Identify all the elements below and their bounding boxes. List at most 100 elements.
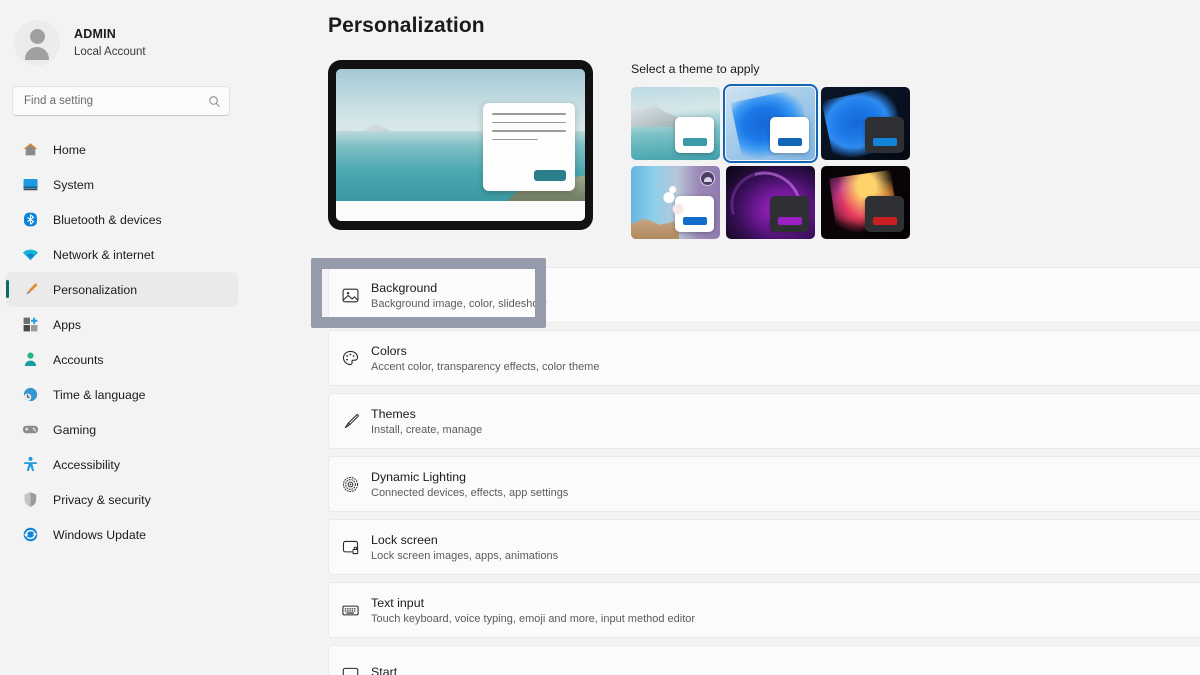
theme-accent-swatch [778, 138, 802, 146]
page-title: Personalization [328, 14, 485, 37]
sidebar-item-bluetooth-devices[interactable]: Bluetooth & devices [6, 202, 238, 237]
sidebar-item-privacy-security[interactable]: Privacy & security [6, 482, 238, 517]
theme-accent-swatch [873, 138, 897, 146]
theme-accent-swatch [778, 217, 802, 225]
hero-section: Select a theme to apply [328, 60, 1200, 239]
sidebar-item-accounts[interactable]: Accounts [6, 342, 238, 377]
settings-row-title: Dynamic Lighting [371, 469, 467, 484]
sidebar-item-label: Apps [53, 317, 82, 332]
sidebar-item-label: Bluetooth & devices [53, 212, 162, 227]
gamepad-icon [22, 421, 39, 438]
image-icon [329, 286, 371, 305]
sidebar-item-network-internet[interactable]: Network & internet [6, 237, 238, 272]
theme-accent-swatch [873, 217, 897, 225]
start-icon [329, 664, 371, 675]
account-header[interactable]: ADMIN Local Account [0, 0, 246, 72]
theme-accent-swatch [683, 138, 707, 146]
theme-accent-swatch [683, 217, 707, 225]
sidebar-item-label: Gaming [53, 422, 97, 437]
update-icon [22, 526, 39, 543]
settings-list: Background Background image, color, slid… [311, 258, 1200, 675]
settings-row-title: Start [371, 664, 398, 675]
settings-row-subtitle: Connected devices, effects, app settings [371, 487, 569, 500]
shield-icon [22, 491, 39, 508]
preview-text-line [492, 121, 566, 124]
theme-window-preview [675, 117, 714, 153]
settings-row-title: Lock screen [371, 532, 438, 547]
theme-window-preview [675, 196, 714, 232]
sidebar-item-label: System [53, 177, 94, 192]
sidebar-item-personalization[interactable]: Personalization [6, 272, 238, 307]
settings-row-subtitle: Lock screen images, apps, animations [371, 550, 559, 563]
sidebar-nav: Home System Bluetooth & devices Network … [0, 132, 246, 552]
keyboard-icon [329, 601, 371, 620]
sidebar-item-label: Accounts [53, 352, 104, 367]
sidebar-item-label: Personalization [53, 282, 138, 297]
theme-window-preview [770, 117, 809, 153]
lock-screen-icon [329, 538, 371, 557]
settings-row-text-input[interactable]: Text input Touch keyboard, voice typing,… [328, 582, 1200, 638]
sidebar-item-label: Time & language [53, 387, 146, 402]
preview-accent-button [534, 170, 566, 181]
sidebar-item-label: Home [53, 142, 86, 157]
theme-window-preview [770, 196, 809, 232]
settings-row-lock-screen[interactable]: Lock screen Lock screen images, apps, an… [328, 519, 1200, 575]
preview-text-line [492, 138, 538, 141]
clock-globe-icon [22, 386, 39, 403]
settings-row-background[interactable]: Background Background image, color, slid… [311, 258, 1200, 328]
theme-window-preview [865, 196, 904, 232]
desktop-preview [328, 60, 593, 230]
sidebar-item-label: Network & internet [53, 247, 155, 262]
settings-row-title: Background [371, 280, 438, 295]
home-icon [22, 141, 39, 158]
main-content: Personalization Select a theme to apply … [246, 0, 1200, 675]
settings-row-dynamic-lighting[interactable]: Dynamic Lighting Connected devices, effe… [328, 456, 1200, 512]
settings-row-subtitle: Background image, color, slideshow [371, 298, 547, 311]
sidebar-item-time-language[interactable]: Time & language [6, 377, 238, 412]
sidebar-item-label: Accessibility [53, 457, 120, 472]
search-icon [209, 95, 220, 107]
theme-thumbnail-2[interactable] [723, 84, 818, 163]
preview-text-line [492, 130, 566, 132]
bluetooth-icon [22, 211, 39, 228]
accessibility-icon [22, 456, 39, 473]
sidebar-item-accessibility[interactable]: Accessibility [6, 447, 238, 482]
sidebar-item-gaming[interactable]: Gaming [6, 412, 238, 447]
search-box[interactable] [12, 86, 230, 116]
search-input[interactable] [24, 95, 208, 107]
preview-sample-window [483, 103, 575, 191]
account-name: ADMIN [74, 27, 116, 41]
preview-text-line [492, 113, 566, 115]
theme-thumbnail-4[interactable] [631, 166, 720, 239]
settings-row-themes[interactable]: Themes Install, create, manage › [328, 393, 1200, 449]
theme-window-preview [865, 117, 904, 153]
preview-taskbar [336, 201, 585, 221]
settings-row-subtitle: Accent color, transparency effects, colo… [371, 361, 600, 374]
theme-thumbnail-3[interactable] [821, 87, 910, 160]
settings-row-title: Text input [371, 595, 425, 610]
sidebar-item-label: Privacy & security [53, 492, 151, 507]
preview-screen [336, 69, 585, 221]
sidebar-item-apps[interactable]: Apps [6, 307, 238, 342]
settings-row-start[interactable]: Start › [328, 645, 1200, 675]
settings-row-title: Themes [371, 406, 416, 421]
account-subtitle: Local Account [74, 45, 146, 58]
theme-badge-icon [700, 171, 715, 186]
paintbrush-icon [22, 281, 39, 298]
theme-thumbnail-6[interactable] [821, 166, 910, 239]
settings-row-colors[interactable]: Colors Accent color, transparency effect… [328, 330, 1200, 386]
avatar [14, 20, 60, 66]
palette-icon [329, 349, 371, 368]
sidebar-item-home[interactable]: Home [6, 132, 238, 167]
sidebar: ADMIN Local Account Find a setting Home … [0, 0, 246, 675]
sidebar-item-system[interactable]: System [6, 167, 238, 202]
theme-thumbnail-1[interactable] [631, 87, 720, 160]
themes-label: Select a theme to apply [631, 62, 760, 76]
sidebar-item-windows-update[interactable]: Windows Update [6, 517, 238, 552]
settings-row-title: Colors [371, 343, 407, 358]
paintbrush-icon [329, 412, 371, 431]
apps-icon [22, 316, 39, 333]
theme-thumbnail-5[interactable] [726, 166, 815, 239]
monitor-icon [22, 176, 39, 193]
wifi-icon [22, 246, 39, 263]
